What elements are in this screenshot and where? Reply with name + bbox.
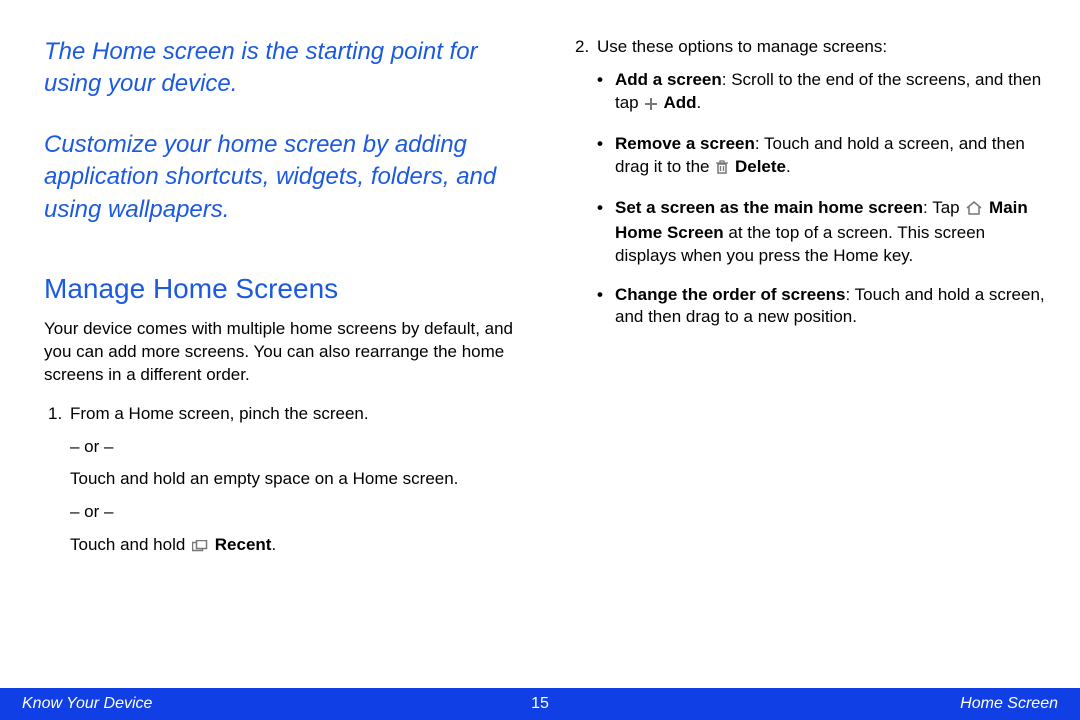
text: .	[271, 535, 276, 554]
option-add-screen: • Add a screen: Scroll to the end of the…	[597, 69, 1050, 117]
recent-label: Recent	[210, 535, 271, 554]
step-2-number: 2.	[571, 36, 597, 59]
text: Tap	[932, 198, 964, 217]
right-column: 2. Use these options to manage screens: …	[571, 36, 1050, 688]
bullet-dot: •	[597, 197, 615, 268]
option-text: Add a screen: Scroll to the end of the s…	[615, 69, 1050, 117]
step-1-text: From a Home screen, pinch the screen.	[70, 403, 523, 426]
option-text: Change the order of screens: Touch and h…	[615, 284, 1050, 330]
option-lead: Change the order of screens	[615, 285, 846, 304]
text: :	[923, 198, 932, 217]
intro-paragraph-1: The Home screen is the starting point fo…	[44, 36, 523, 101]
step-1-alt-2: Touch and hold Recent.	[44, 534, 523, 559]
option-text: Remove a screen: Touch and hold a screen…	[615, 133, 1050, 181]
text: Touch and hold	[70, 535, 190, 554]
delete-label: Delete	[730, 157, 786, 176]
plus-icon	[645, 94, 657, 117]
add-label: Add	[659, 93, 696, 112]
step-1-number: 1.	[44, 403, 70, 426]
content-columns: The Home screen is the starting point fo…	[0, 0, 1080, 688]
step-2-text: Use these options to manage screens:	[597, 36, 1050, 59]
text: .	[786, 157, 791, 176]
or-separator-1: – or –	[44, 436, 523, 459]
bullet-dot: •	[597, 69, 615, 117]
option-lead: Remove a screen	[615, 134, 755, 153]
delete-icon	[716, 158, 728, 181]
option-change-order: • Change the order of screens: Touch and…	[597, 284, 1050, 330]
step-1-alt-1: Touch and hold an empty space on a Home …	[44, 468, 523, 491]
left-column: The Home screen is the starting point fo…	[44, 36, 523, 688]
page-number: 15	[0, 695, 1080, 713]
recent-icon	[192, 536, 208, 559]
step-2: 2. Use these options to manage screens:	[571, 36, 1050, 59]
option-main-home-screen: • Set a screen as the main home screen: …	[597, 197, 1050, 268]
home-icon	[966, 199, 982, 222]
step-1: 1. From a Home screen, pinch the screen.	[44, 403, 523, 426]
manual-page: The Home screen is the starting point fo…	[0, 0, 1080, 720]
option-lead: Add a screen	[615, 70, 722, 89]
section-description: Your device comes with multiple home scr…	[44, 318, 523, 387]
bullet-dot: •	[597, 133, 615, 181]
option-remove-screen: • Remove a screen: Touch and hold a scre…	[597, 133, 1050, 181]
or-separator-2: – or –	[44, 501, 523, 524]
bullet-dot: •	[597, 284, 615, 330]
page-footer: Know Your Device 15 Home Screen	[0, 688, 1080, 720]
option-lead: Set a screen as the main home screen	[615, 198, 923, 217]
section-heading: Manage Home Screens	[44, 270, 523, 308]
text: .	[697, 93, 702, 112]
intro-paragraph-2: Customize your home screen by adding app…	[44, 129, 523, 226]
options-list: • Add a screen: Scroll to the end of the…	[571, 69, 1050, 329]
option-text: Set a screen as the main home screen: Ta…	[615, 197, 1050, 268]
